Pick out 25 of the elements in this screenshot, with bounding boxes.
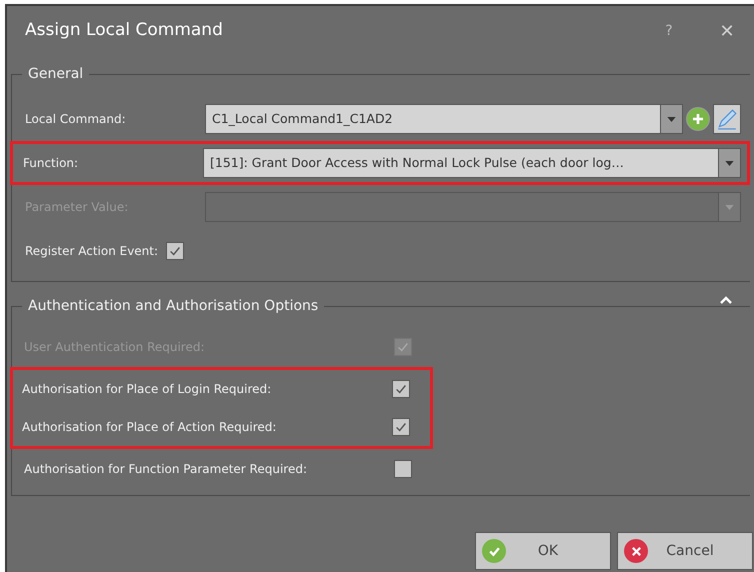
checkbox[interactable]: [394, 460, 412, 478]
combo-value: [151]: Grant Door Access with Normal Lock Pulse (each door log…: [210, 154, 624, 172]
check-icon: [482, 539, 506, 563]
field-label: Local Command:: [25, 111, 127, 128]
field-label: Register Action Event:: [25, 243, 158, 260]
checkmark-icon: [394, 420, 408, 434]
ok-button[interactable]: OK: [475, 532, 611, 570]
cancel-button[interactable]: Cancel: [617, 532, 753, 570]
window-title: Assign Local Command: [25, 19, 223, 42]
checkmark-icon: [394, 382, 408, 396]
close-button[interactable]: ✕: [712, 18, 742, 44]
checkbox[interactable]: [392, 380, 410, 398]
combo-value: C1_Local Command1_C1AD2: [212, 110, 393, 128]
checkmark-icon: [168, 244, 182, 258]
close-icon: [624, 539, 648, 563]
combo-box[interactable]: [151]: Grant Door Access with Normal Lock Pulse (each door log…: [203, 148, 741, 178]
option-label: Authorisation for Place of Action Required:: [22, 419, 278, 436]
checkbox[interactable]: [392, 418, 410, 436]
option-label: Authorisation for Place of Login Required:: [22, 381, 272, 398]
field-label: Function:: [23, 155, 80, 172]
pencil-icon[interactable]: [713, 104, 741, 134]
add-icon[interactable]: [686, 107, 710, 131]
option-label: Authorisation for Function Parameter Required:: [24, 461, 308, 478]
checkbox[interactable]: [166, 242, 184, 260]
combo-box[interactable]: C1_Local Command1_C1AD2: [205, 104, 683, 134]
